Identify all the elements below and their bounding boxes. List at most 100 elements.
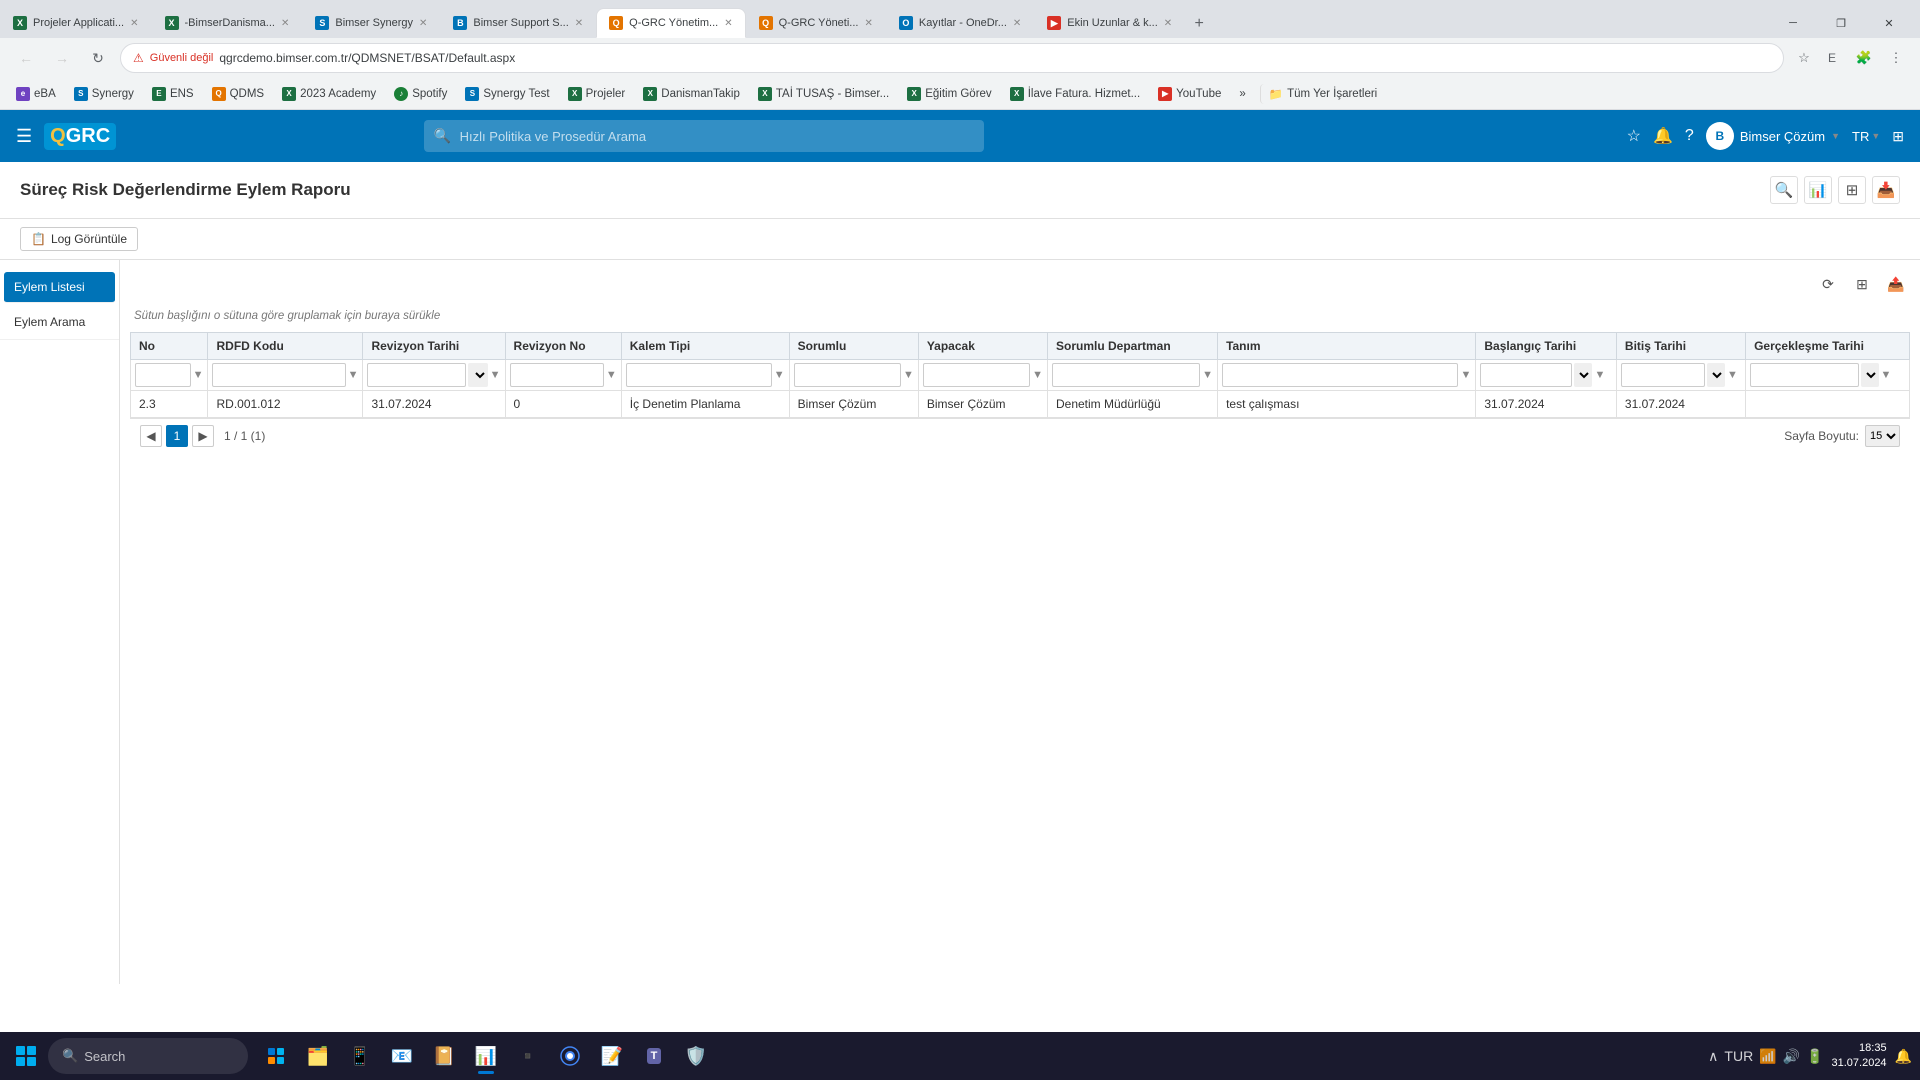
- filter-input-no[interactable]: [135, 363, 191, 387]
- filter-funnel-ger[interactable]: ▼: [1881, 369, 1892, 381]
- table-refresh-icon[interactable]: ⟳: [1814, 270, 1842, 298]
- bookmark-ens[interactable]: E ENS: [144, 84, 202, 104]
- bookmark-synergy[interactable]: S Synergy: [66, 84, 142, 104]
- sidebar-item-eylem-arama[interactable]: Eylem Arama: [0, 305, 119, 340]
- language-icon[interactable]: TUR: [1724, 1048, 1753, 1064]
- tab-projeler[interactable]: X Projeler Applicati... ✕: [0, 8, 152, 38]
- search-icon-btn[interactable]: 🔍: [1770, 176, 1798, 204]
- th-bitis-tarihi[interactable]: Bitiş Tarihi: [1616, 333, 1745, 360]
- expand-icon[interactable]: ⊞: [1892, 128, 1904, 145]
- hamburger-menu-icon[interactable]: ☰: [16, 126, 32, 147]
- filter-funnel-yapacak[interactable]: ▼: [1032, 369, 1043, 381]
- filter-input-kalem[interactable]: [626, 363, 772, 387]
- bookmark-ilave[interactable]: X İlave Fatura. Hizmet...: [1002, 84, 1148, 104]
- table-export-icon[interactable]: 📤: [1882, 270, 1910, 298]
- bookmark-academy[interactable]: X 2023 Academy: [274, 84, 384, 104]
- tab-synergy[interactable]: S Bimser Synergy ✕: [302, 8, 440, 38]
- new-tab-button[interactable]: +: [1185, 10, 1213, 38]
- filter-select-ger[interactable]: [1861, 363, 1879, 387]
- bookmark-synergy-test[interactable]: S Synergy Test: [457, 84, 557, 104]
- taskbar-app-widget[interactable]: [256, 1036, 296, 1076]
- bookmark-more[interactable]: »: [1231, 85, 1253, 103]
- filter-input-bas[interactable]: [1480, 363, 1572, 387]
- taskbar-app-word[interactable]: 📝: [592, 1036, 632, 1076]
- start-button[interactable]: [8, 1038, 44, 1074]
- close-button[interactable]: ✕: [1866, 8, 1912, 38]
- bookmark-spotify[interactable]: ♪ Spotify: [386, 84, 455, 104]
- table-row[interactable]: 2.3 RD.001.012 31.07.2024 0 İç Denetim P…: [131, 391, 1910, 418]
- taskbar-app-chrome[interactable]: [550, 1036, 590, 1076]
- filter-funnel-bitis[interactable]: ▼: [1727, 369, 1738, 381]
- taskbar-app-onenote[interactable]: 📔: [424, 1036, 464, 1076]
- export-icon-btn[interactable]: 📥: [1872, 176, 1900, 204]
- taskbar-app-taskbar1[interactable]: ▪️: [508, 1036, 548, 1076]
- th-baslangic-tarihi[interactable]: Başlangıç Tarihi: [1476, 333, 1617, 360]
- filter-select-bitis[interactable]: [1707, 363, 1725, 387]
- th-revizyon-tarihi[interactable]: Revizyon Tarihi: [363, 333, 505, 360]
- tab-youtube[interactable]: ▶ Ekin Uzunlar & k... ✕: [1034, 8, 1185, 38]
- global-search-input[interactable]: [424, 120, 984, 152]
- th-gerceklestirme-tarihi[interactable]: Gerçekleşme Tarihi: [1746, 333, 1910, 360]
- language-selector[interactable]: TR ▼: [1852, 129, 1880, 144]
- taskbar-app-outlook[interactable]: 📧: [382, 1036, 422, 1076]
- tab-support[interactable]: B Bimser Support S... ✕: [440, 8, 596, 38]
- taskbar-search[interactable]: 🔍 Search: [48, 1038, 248, 1074]
- taskbar-clock[interactable]: 18:35 31.07.2024: [1832, 1041, 1887, 1072]
- back-button[interactable]: ←: [12, 44, 40, 72]
- filter-funnel-bas[interactable]: ▼: [1594, 369, 1605, 381]
- filter-select-rev-tarihi[interactable]: [468, 363, 488, 387]
- th-sorumlu[interactable]: Sorumlu: [789, 333, 918, 360]
- sidebar-item-eylem-listesi[interactable]: Eylem Listesi: [4, 272, 115, 303]
- bookmark-projeler[interactable]: X Projeler: [560, 84, 634, 104]
- table-columns-icon[interactable]: ⊞: [1848, 270, 1876, 298]
- star-icon[interactable]: ☆: [1627, 126, 1641, 146]
- menu-icon[interactable]: ⋮: [1884, 46, 1908, 70]
- user-menu[interactable]: B Bimser Çözüm ▼: [1706, 122, 1840, 150]
- wifi-icon[interactable]: 📶: [1759, 1048, 1776, 1065]
- th-revizyon-no[interactable]: Revizyon No: [505, 333, 621, 360]
- filter-input-sorumlu[interactable]: [794, 363, 901, 387]
- extensions-icon[interactable]: 🧩: [1852, 46, 1876, 70]
- filter-input-rev-tarihi[interactable]: [367, 363, 465, 387]
- filter-input-ger[interactable]: [1750, 363, 1858, 387]
- bookmark-egitim[interactable]: X Eğitim Görev: [899, 84, 999, 104]
- forward-button[interactable]: →: [48, 44, 76, 72]
- th-rdfd[interactable]: RDFD Kodu: [208, 333, 363, 360]
- filter-funnel-no[interactable]: ▼: [193, 369, 204, 381]
- filter-input-bitis[interactable]: [1621, 363, 1705, 387]
- th-sorumlu-departman[interactable]: Sorumlu Departman: [1047, 333, 1217, 360]
- page-next-button[interactable]: ▶: [192, 425, 214, 447]
- filter-select-bas[interactable]: [1574, 363, 1592, 387]
- filter-funnel-rev-no[interactable]: ▼: [606, 369, 617, 381]
- chart-icon-btn[interactable]: 📊: [1804, 176, 1832, 204]
- page-first-button[interactable]: ◀: [140, 425, 162, 447]
- filter-input-rdfd[interactable]: [212, 363, 345, 387]
- taskbar-app-teams[interactable]: T: [634, 1036, 674, 1076]
- filter-input-yapacak[interactable]: [923, 363, 1030, 387]
- th-tanim[interactable]: Tanım: [1218, 333, 1476, 360]
- tab-qgrc-active[interactable]: Q Q-GRC Yönetim... ✕: [596, 8, 745, 38]
- filter-funnel-kalem[interactable]: ▼: [774, 369, 785, 381]
- address-bar[interactable]: ⚠ Güvenli değil qgrcdemo.bimser.com.tr/Q…: [120, 43, 1784, 73]
- bookmark-danisman[interactable]: X DanismanTakip: [635, 84, 748, 104]
- profile-icon[interactable]: E: [1820, 46, 1844, 70]
- filter-input-tanim[interactable]: [1222, 363, 1458, 387]
- page-size-select[interactable]: 15 25 50: [1865, 425, 1900, 447]
- bookmark-eba[interactable]: e eBA: [8, 84, 64, 104]
- bookmark-youtube[interactable]: ▶ YouTube: [1150, 84, 1229, 104]
- taskbar-app-defender[interactable]: 🛡️: [676, 1036, 716, 1076]
- tab-qgrc-2[interactable]: Q Q-GRC Yöneti... ✕: [746, 8, 886, 38]
- reload-button[interactable]: ↻: [84, 44, 112, 72]
- taskbar-app-phone[interactable]: 📱: [340, 1036, 380, 1076]
- taskbar-app-excel[interactable]: 📊: [466, 1036, 506, 1076]
- tab-kayitlar[interactable]: O Kayıtlar - OneDr... ✕: [886, 8, 1034, 38]
- bookmark-qdms[interactable]: Q QDMS: [204, 84, 273, 104]
- restore-button[interactable]: ❐: [1818, 8, 1864, 38]
- log-view-button[interactable]: 📋 Log Görüntüle: [20, 227, 138, 251]
- speaker-icon[interactable]: 🔊: [1783, 1048, 1800, 1065]
- filter-funnel-rdfd[interactable]: ▼: [348, 369, 359, 381]
- expand-tray-icon[interactable]: ∧: [1708, 1048, 1718, 1065]
- taskbar-app-file[interactable]: 🗂️: [298, 1036, 338, 1076]
- filter-funnel-tanim[interactable]: ▼: [1460, 369, 1471, 381]
- th-yapacak[interactable]: Yapacak: [918, 333, 1047, 360]
